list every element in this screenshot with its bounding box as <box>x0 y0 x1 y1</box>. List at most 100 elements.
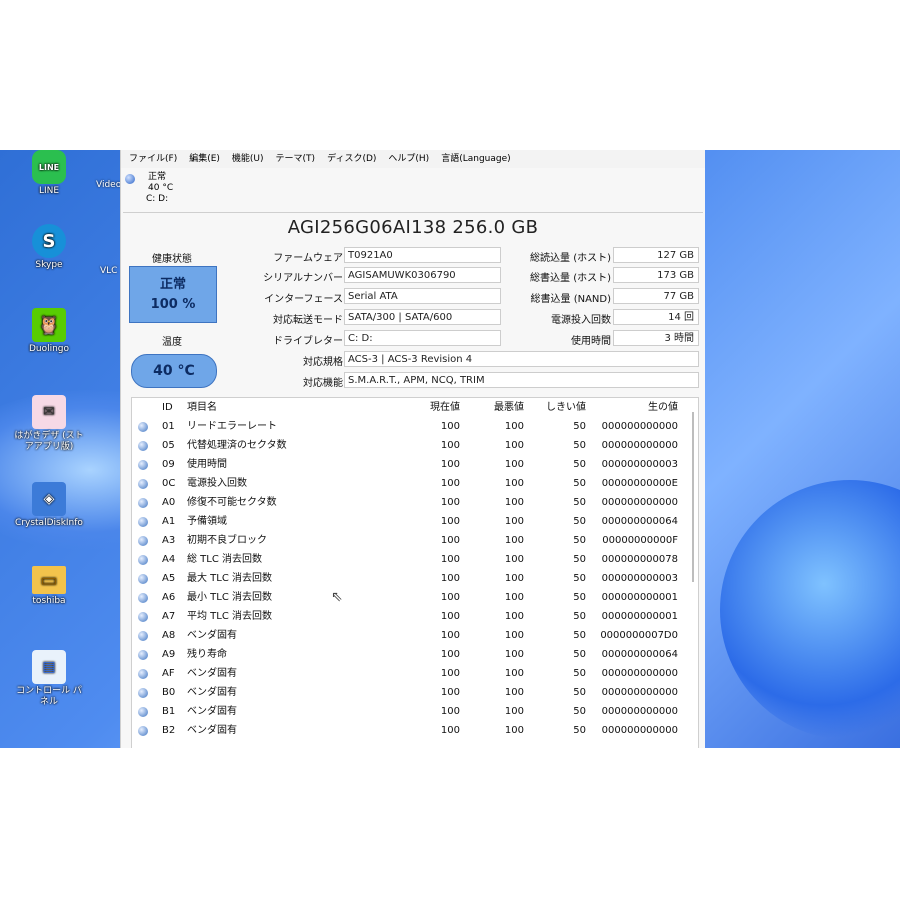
column-header-threshold[interactable]: しきい値 <box>546 398 586 417</box>
attr-id: AF <box>162 668 175 679</box>
temperature-label: 温度 <box>162 337 182 348</box>
transfer-mode-label: 対応転送モード <box>273 315 343 326</box>
attr-current: 100 <box>440 535 460 546</box>
attr-name: 初期不良ブロック <box>187 535 267 546</box>
attr-threshold: 50 <box>573 706 586 717</box>
desktop-icon-line[interactable]: LINE LINE <box>12 150 86 197</box>
table-row[interactable]: 05 代替処理済のセクタ数 100 100 50 000000000000 <box>132 436 698 455</box>
attr-current: 100 <box>440 725 460 736</box>
column-header-current[interactable]: 現在値 <box>430 398 460 417</box>
table-row[interactable]: A3 初期不良ブロック 100 100 50 00000000000F <box>132 531 698 550</box>
desktop-icon-crystaldiskinfo[interactable]: ◈ CrystalDiskInfo <box>12 482 86 529</box>
table-row[interactable]: B0 ベンダ固有 100 100 50 000000000000 <box>132 683 698 702</box>
table-row[interactable]: A0 修復不可能セクタ数 100 100 50 000000000000 <box>132 493 698 512</box>
crystaldiskinfo-icon: ◈ <box>32 482 66 516</box>
firmware-value: T0921A0 <box>344 247 501 263</box>
table-row[interactable]: A8 ベンダ固有 100 100 50 0000000007D0 <box>132 626 698 645</box>
table-row[interactable]: A1 予備領域 100 100 50 000000000064 <box>132 512 698 531</box>
table-row[interactable]: A6 最小 TLC 消去回数 100 100 50 000000000001 <box>132 588 698 607</box>
disk-tab-drive: C: D: <box>146 194 169 204</box>
disk-selector-tab[interactable]: 正常 40 °C C: D: <box>123 172 183 205</box>
attr-id: A1 <box>162 516 176 527</box>
attr-current: 100 <box>440 706 460 717</box>
attr-worst: 100 <box>504 649 524 660</box>
attr-raw: 00000000000F <box>602 535 678 546</box>
column-header-worst[interactable]: 最悪値 <box>494 398 524 417</box>
attr-threshold: 50 <box>573 440 586 451</box>
power-on-count-label: 電源投入回数 <box>551 315 611 326</box>
attr-current: 100 <box>440 611 460 622</box>
table-row[interactable]: B1 ベンダ固有 100 100 50 000000000000 <box>132 702 698 721</box>
attr-name: 使用時間 <box>187 459 227 470</box>
column-header-id[interactable]: ID <box>162 398 173 417</box>
table-row[interactable]: B2 ベンダ固有 100 100 50 000000000000 <box>132 721 698 740</box>
attr-raw: 000000000000 <box>601 725 678 736</box>
status-dot-icon <box>138 460 148 470</box>
column-header-name[interactable]: 項目名 <box>187 398 217 417</box>
host-read-value: 127 GB <box>613 247 699 263</box>
menu-edit[interactable]: 編集(E) <box>189 150 220 168</box>
vertical-scrollbar[interactable] <box>692 412 694 582</box>
attr-worst: 100 <box>504 706 524 717</box>
attr-raw: 000000000003 <box>601 459 678 470</box>
column-header-raw[interactable]: 生の値 <box>648 398 678 417</box>
attr-id: A7 <box>162 611 176 622</box>
power-on-count-value: 14 回 <box>613 309 699 325</box>
desktop-icon-skype[interactable]: S Skype <box>12 224 86 271</box>
attr-name: ベンダ固有 <box>187 725 237 736</box>
attr-id: A9 <box>162 649 176 660</box>
attr-name: 電源投入回数 <box>187 478 247 489</box>
menu-file[interactable]: ファイル(F) <box>129 150 177 168</box>
attr-id: A4 <box>162 554 176 565</box>
mouse-cursor-icon: ⇖ <box>331 589 343 605</box>
status-dot-icon <box>138 688 148 698</box>
host-write-value: 173 GB <box>613 267 699 283</box>
table-row[interactable]: 09 使用時間 100 100 50 000000000003 <box>132 455 698 474</box>
menu-language[interactable]: 言語(Language) <box>441 150 510 168</box>
attr-current: 100 <box>440 478 460 489</box>
table-row[interactable]: AF ベンダ固有 100 100 50 000000000000 <box>132 664 698 683</box>
attr-name: 総 TLC 消去回数 <box>187 554 263 565</box>
menu-help[interactable]: ヘルプ(H) <box>388 150 429 168</box>
desktop-edge-label: Video <box>96 180 122 190</box>
menu-theme[interactable]: テーマ(T) <box>276 150 316 168</box>
table-row[interactable]: 0C 電源投入回数 100 100 50 00000000000E <box>132 474 698 493</box>
table-row[interactable]: A4 総 TLC 消去回数 100 100 50 000000000078 <box>132 550 698 569</box>
desktop-icon-label: Duolingo <box>28 344 70 354</box>
attr-id: B2 <box>162 725 176 736</box>
attr-raw: 000000000001 <box>601 592 678 603</box>
menu-function[interactable]: 機能(U) <box>232 150 264 168</box>
desktop-icon-label: toshiba <box>32 596 66 606</box>
desktop-icon-label: LINE <box>38 186 60 196</box>
attr-worst: 100 <box>504 611 524 622</box>
attr-worst: 100 <box>504 630 524 641</box>
attr-id: A8 <box>162 630 176 641</box>
health-status-badge: 正常 100 % <box>129 266 217 323</box>
table-row[interactable]: A5 最大 TLC 消去回数 100 100 50 000000000003 <box>132 569 698 588</box>
attr-raw: 000000000000 <box>601 706 678 717</box>
table-row[interactable]: A9 残り寿命 100 100 50 000000000064 <box>132 645 698 664</box>
attr-threshold: 50 <box>573 725 586 736</box>
desktop-icon-hagaki[interactable]: ✉ はがきデザ (ストアアプリ版) <box>12 395 86 453</box>
attr-raw: 000000000000 <box>601 497 678 508</box>
attr-threshold: 50 <box>573 516 586 527</box>
status-dot-icon <box>138 498 148 508</box>
menu-disk[interactable]: ディスク(D) <box>327 150 376 168</box>
transfer-mode-value: SATA/300 | SATA/600 <box>344 309 501 325</box>
serial-label: シリアルナンバー <box>263 273 343 284</box>
attr-threshold: 50 <box>573 573 586 584</box>
attr-threshold: 50 <box>573 535 586 546</box>
attr-name: ベンダ固有 <box>187 630 237 641</box>
status-dot-icon <box>138 441 148 451</box>
nand-write-label: 総書込量 (NAND) <box>530 294 611 305</box>
desktop-icon-control-panel[interactable]: ▤ コントロール パネル <box>12 650 86 708</box>
health-status-text: 正常 <box>159 276 186 292</box>
line-app-icon: LINE <box>32 150 66 184</box>
table-row[interactable]: 01 リードエラーレート 100 100 50 000000000000 <box>132 417 698 436</box>
smart-attributes-table: ID 項目名 現在値 最悪値 しきい値 生の値 01 リードエラーレート 100 10… <box>131 397 699 748</box>
attr-worst: 100 <box>504 440 524 451</box>
table-row[interactable]: A7 平均 TLC 消去回数 100 100 50 000000000001 <box>132 607 698 626</box>
attr-raw: 000000000000 <box>601 440 678 451</box>
desktop-icon-toshiba-folder[interactable]: ▭ toshiba <box>12 566 86 607</box>
desktop-icon-duolingo[interactable]: 🦉 Duolingo <box>12 308 86 355</box>
